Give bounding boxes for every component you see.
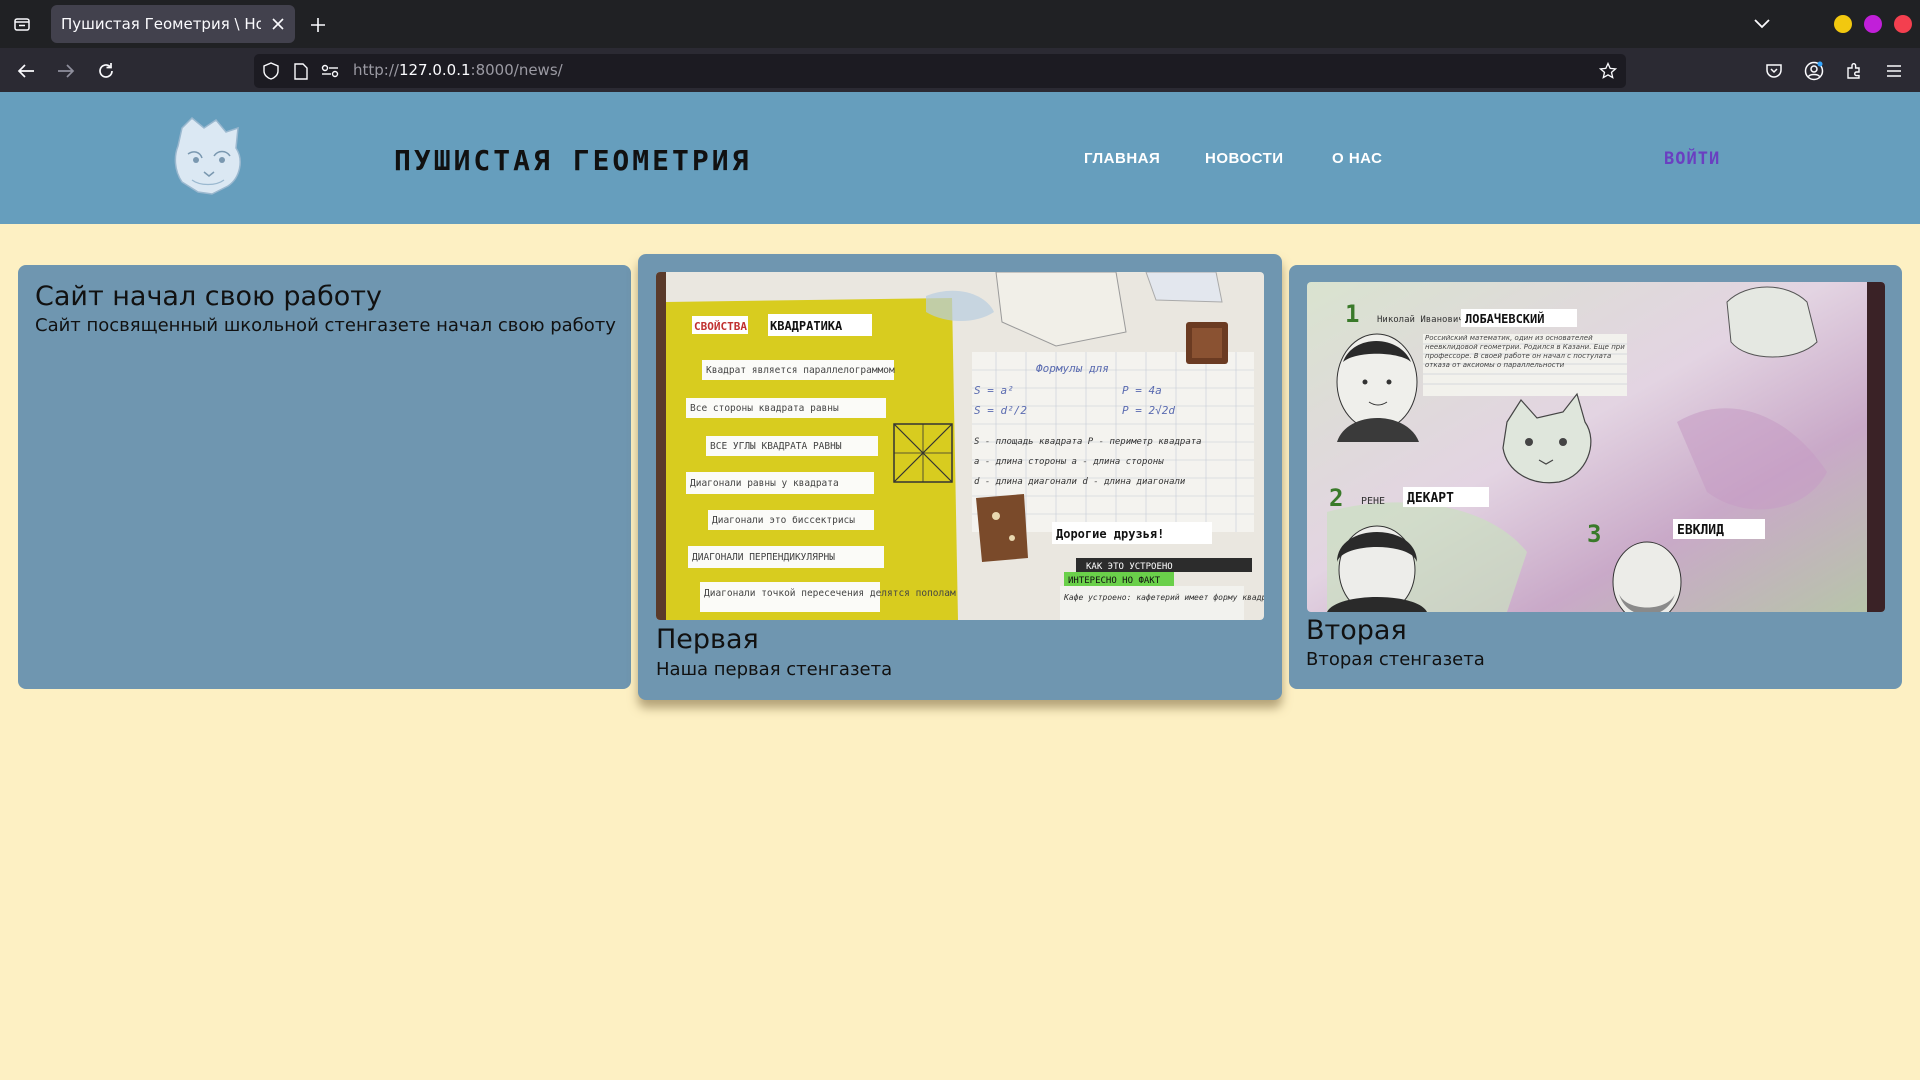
news-card-text: Сайт посвященный школьной стенгазете нач… — [35, 315, 616, 336]
new-tab-icon[interactable] — [305, 12, 331, 38]
image-name-small: РЕНЕ — [1361, 496, 1385, 507]
news-card[interactable]: СВОЙСТВА КВАДРАТИКА Квадрат является пар… — [638, 254, 1282, 700]
svg-text:СВОЙСТВА: СВОЙСТВА — [694, 320, 747, 333]
tab-list-icon[interactable] — [8, 10, 36, 38]
image-note-text: Кафе устроено: кафетерий имеет форму ква… — [1063, 593, 1264, 602]
image-formula: P = 2√2d — [1122, 404, 1175, 417]
site-title[interactable]: ПУШИСТАЯ ГЕОМЕТРИЯ — [394, 144, 751, 177]
url-path: :8000/news/ — [470, 61, 563, 79]
image-legend: d - длина диагонали d - длина диагонали — [974, 477, 1186, 487]
nav-link-news[interactable]: НОВОСТИ — [1205, 150, 1284, 167]
image-note-tag: ИНТЕРЕСНО НО ФАКТ — [1068, 576, 1161, 586]
image-name-small: Николай Иванович — [1377, 315, 1464, 325]
maximize-button[interactable] — [1864, 15, 1882, 33]
image-formula: S = d²/2 — [974, 404, 1027, 417]
image-name: ЕВКЛИД — [1677, 523, 1724, 538]
news-card-title: Первая — [656, 624, 759, 655]
star-icon[interactable] — [1598, 61, 1618, 81]
image-bio: Российский математик, один из основателе… — [1425, 334, 1625, 369]
image-heading: КВАДРАТИКА — [770, 319, 843, 333]
login-link[interactable]: ВОЙТИ — [1664, 149, 1720, 169]
image-formula: P = 4a — [1122, 384, 1162, 397]
news-card-title: Вторая — [1306, 615, 1407, 646]
browser-tab-bar: Пушистая Геометрия \ Новости — [0, 0, 1920, 48]
url-prefix: http:// — [353, 61, 399, 79]
back-arrow-icon[interactable] — [13, 58, 39, 84]
site-logo[interactable] — [168, 114, 248, 198]
image-item: ВСЕ УГЛЫ КВАДРАТА РАВНЫ — [710, 441, 842, 452]
menu-icon[interactable] — [1883, 60, 1905, 82]
nav-link-about[interactable]: О НАС — [1332, 150, 1382, 167]
news-card-title: Сайт начал свою работу — [35, 281, 382, 312]
pocket-icon[interactable] — [1763, 60, 1785, 82]
reload-icon[interactable] — [93, 58, 119, 84]
site-header: ПУШИСТАЯ ГЕОМЕТРИЯ ГЛАВНАЯ НОВОСТИ О НАС… — [0, 92, 1920, 224]
url-host: 127.0.0.1 — [398, 61, 471, 79]
window-close-button[interactable] — [1894, 15, 1912, 33]
shield-icon[interactable] — [262, 62, 280, 80]
image-item: Диагонали равны у квадрата — [690, 478, 839, 489]
image-legend: S - площадь квадрата P - периметр квадра… — [974, 437, 1202, 447]
extensions-icon[interactable] — [1843, 60, 1865, 82]
image-note-heading: Дорогие друзья! — [1056, 527, 1164, 541]
page-icon[interactable] — [292, 62, 310, 80]
browser-nav-bar: http://127.0.0.1:8000/news/ — [0, 48, 1920, 92]
image-item: ДИАГОНАЛИ ПЕРПЕНДИКУЛЯРНЫ — [692, 552, 835, 563]
permissions-icon[interactable] — [321, 62, 339, 80]
image-number: 2 — [1329, 484, 1343, 512]
news-card[interactable]: 1 Николай Иванович ЛОБАЧЕВСКИЙ Российски… — [1289, 265, 1902, 689]
newspaper-image: СВОЙСТВА КВАДРАТИКА Квадрат является пар… — [656, 272, 1264, 620]
image-name: ЛОБАЧЕВСКИЙ — [1465, 311, 1544, 326]
image-item: Все стороны квадрата равны — [690, 403, 839, 414]
chevron-down-icon[interactable] — [1750, 12, 1774, 36]
nav-link-home[interactable]: ГЛАВНАЯ — [1084, 150, 1160, 167]
image-note-sub: КАК ЭТО УСТРОЕНО — [1086, 562, 1173, 572]
image-formula: S = a² — [974, 384, 1014, 397]
close-icon[interactable] — [269, 15, 287, 33]
image-formulas-heading: Формулы для — [1036, 362, 1109, 375]
forward-arrow-icon[interactable] — [53, 58, 79, 84]
url-text[interactable]: http://127.0.0.1:8000/news/ — [353, 61, 563, 79]
browser-tab-active[interactable]: Пушистая Геометрия \ Новости — [51, 5, 295, 43]
news-card-text: Наша первая стенгазета — [656, 659, 893, 680]
news-card[interactable]: Сайт начал свою работу Сайт посвященный … — [18, 265, 631, 689]
image-item: Квадрат является параллелограммом — [706, 365, 895, 376]
tab-title: Пушистая Геометрия \ Новости — [61, 15, 261, 33]
image-number: 1 — [1345, 300, 1359, 328]
minimize-button[interactable] — [1834, 15, 1852, 33]
url-bar[interactable]: http://127.0.0.1:8000/news/ — [254, 54, 1626, 88]
image-item: Диагонали это биссектрисы — [712, 515, 855, 526]
image-number: 3 — [1587, 520, 1601, 548]
news-card-text: Вторая стенгазета — [1306, 649, 1485, 670]
account-icon[interactable] — [1803, 60, 1825, 82]
newspaper-image: 1 Николай Иванович ЛОБАЧЕВСКИЙ Российски… — [1307, 282, 1885, 612]
image-legend: a - длина стороны a - длина стороны — [974, 457, 1164, 467]
image-name: ДЕКАРТ — [1407, 491, 1454, 506]
image-item: Диагонали точкой пересечения делятся поп… — [704, 588, 956, 599]
